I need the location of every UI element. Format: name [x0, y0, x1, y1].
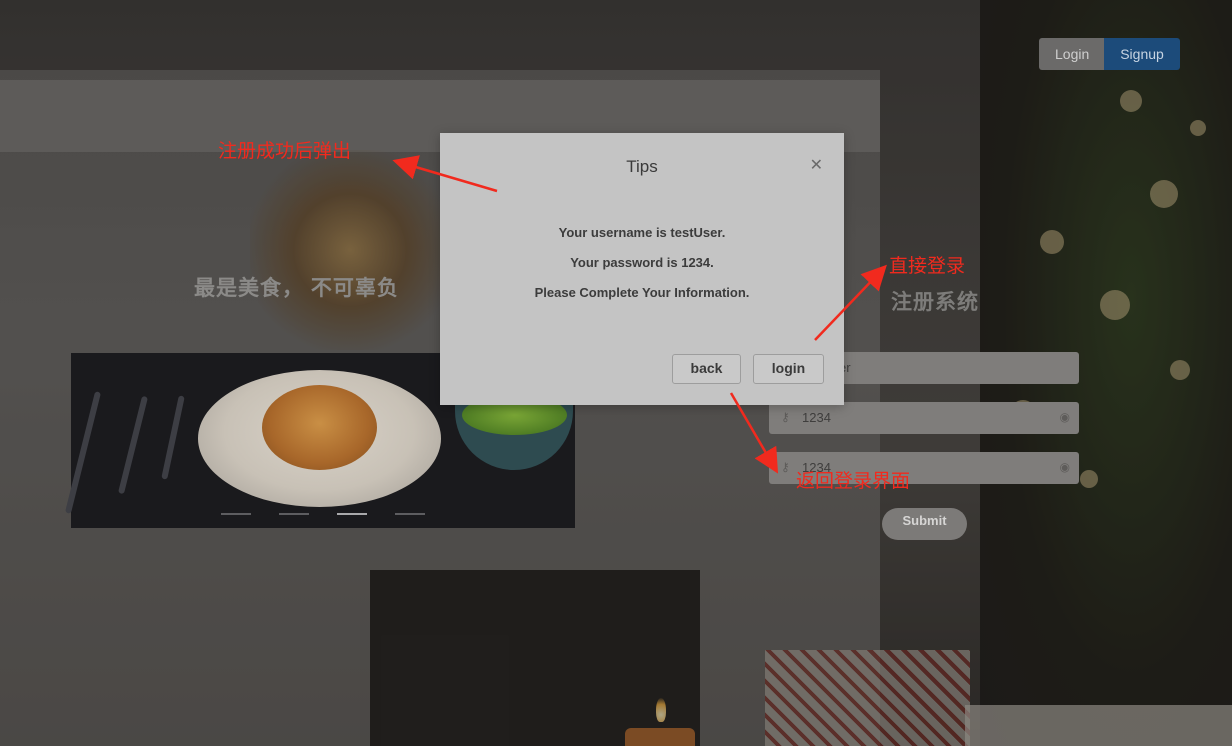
annotation-back: 返回登录界面	[796, 470, 911, 492]
annotation-arrow-direct-login	[814, 264, 887, 341]
annotation-popup: 注册成功后弹出	[218, 140, 352, 162]
annotation-arrow-popup	[392, 155, 498, 193]
annotation-direct-login: 直接登录	[889, 255, 966, 277]
annotation-arrows	[392, 155, 887, 474]
annotation-arrow-back	[729, 392, 779, 474]
